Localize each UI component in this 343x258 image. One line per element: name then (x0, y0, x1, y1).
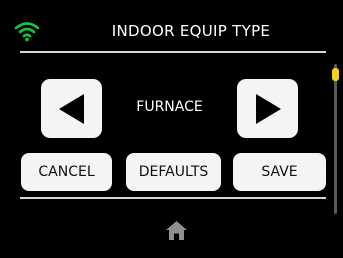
scrollbar-thumb[interactable] (332, 68, 339, 81)
header-divider (20, 51, 326, 53)
triangle-right-icon (255, 93, 281, 124)
footer-divider (20, 197, 326, 199)
page-title: INDOOR EQUIP TYPE (111, 22, 271, 40)
wifi-icon (14, 22, 40, 42)
triangle-left-icon (58, 93, 84, 124)
previous-option-button[interactable] (41, 79, 102, 138)
scrollbar-track[interactable] (334, 64, 337, 214)
next-option-button[interactable] (237, 79, 298, 138)
home-icon[interactable] (166, 221, 187, 240)
save-button[interactable]: SAVE (233, 153, 326, 191)
cancel-button[interactable]: CANCEL (21, 153, 112, 191)
defaults-button[interactable]: DEFAULTS (126, 153, 221, 191)
equip-type-value: FURNACE (136, 99, 203, 115)
